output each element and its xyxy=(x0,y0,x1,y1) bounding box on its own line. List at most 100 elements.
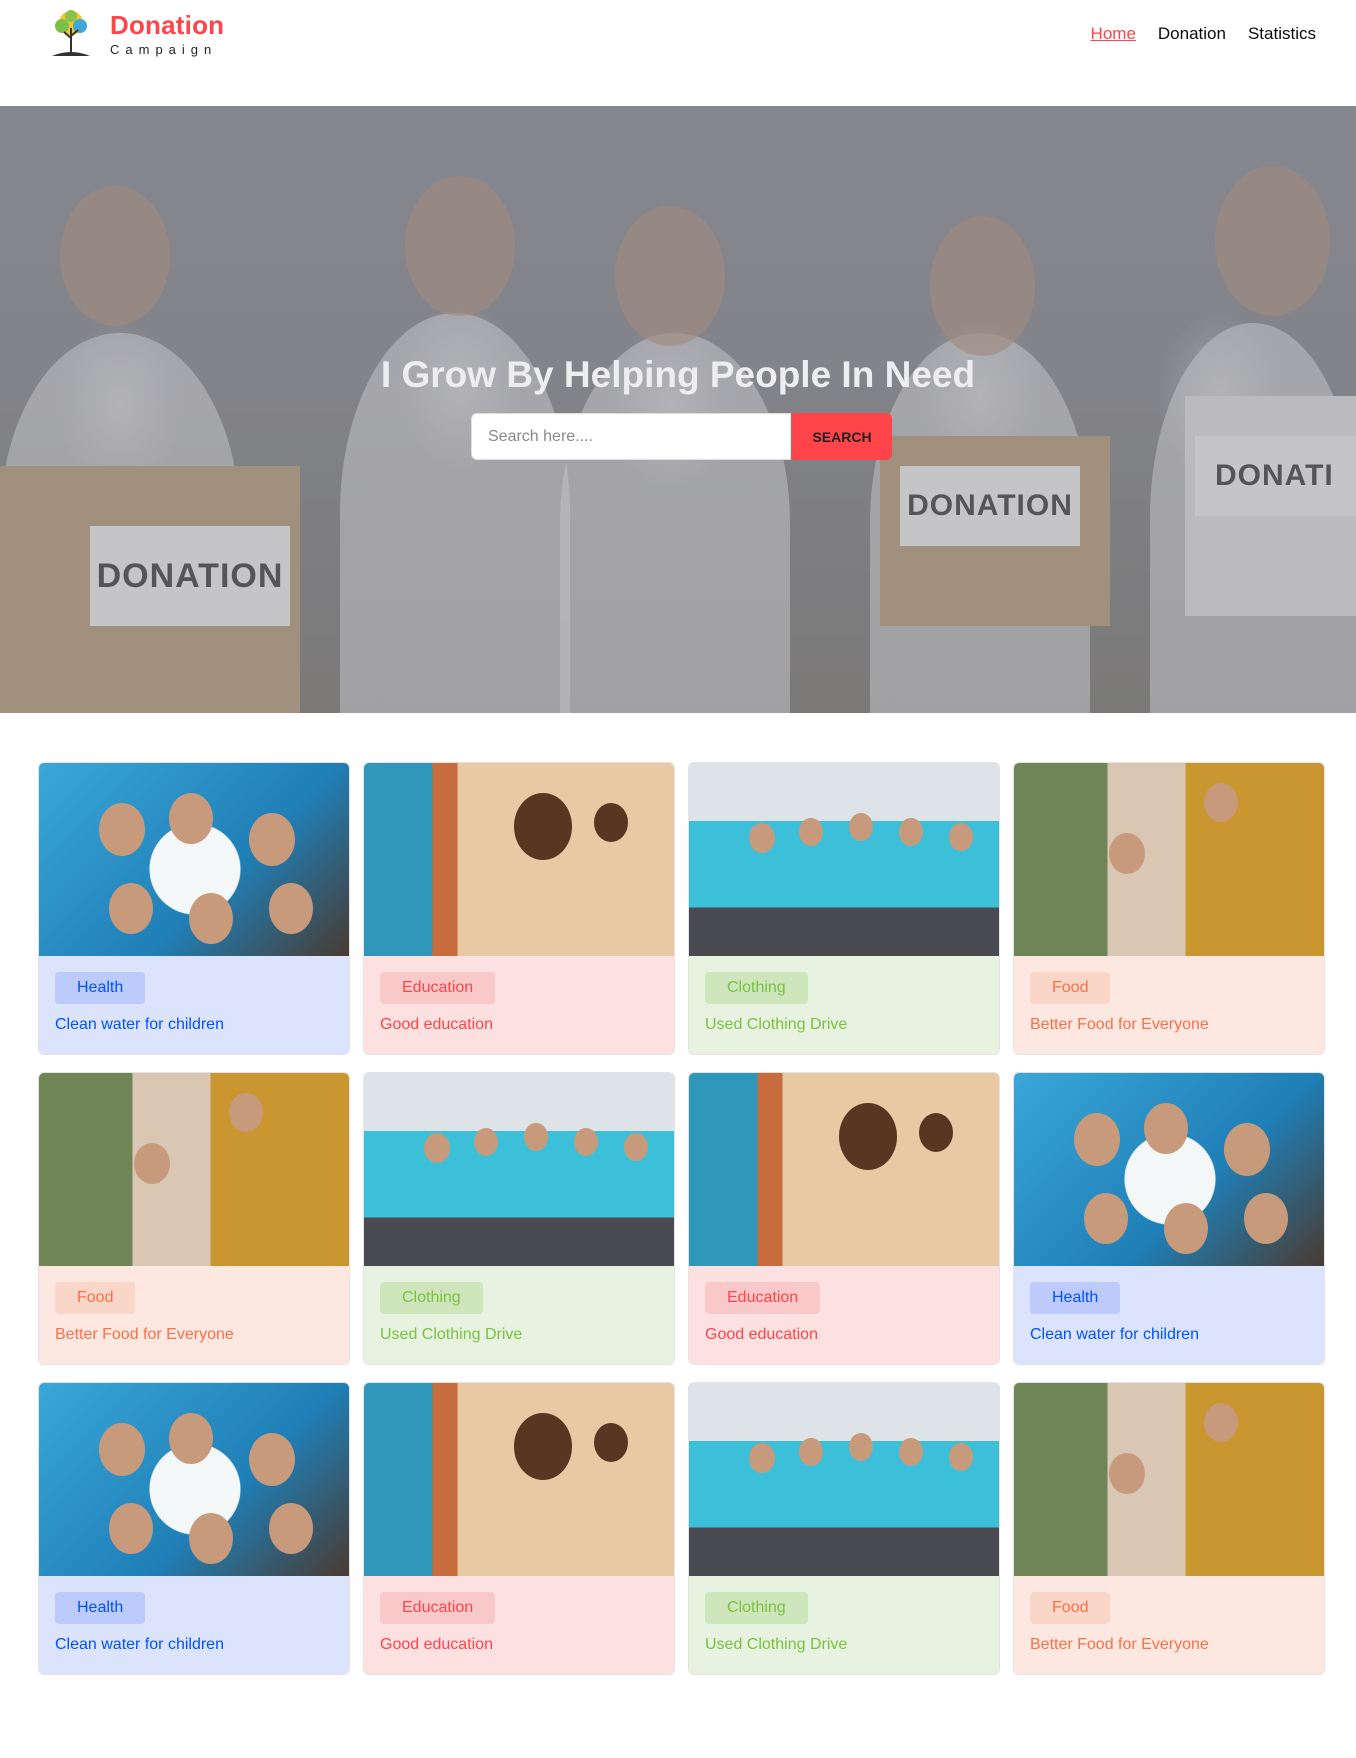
face-blob xyxy=(1074,1113,1120,1166)
card-title: Good education xyxy=(705,1326,818,1343)
card-body: Clothing Used Clothing Drive xyxy=(364,1266,674,1364)
donation-card[interactable]: Food Better Food for Everyone xyxy=(1013,762,1325,1055)
face-blob xyxy=(949,823,973,851)
face-blob xyxy=(424,1133,450,1163)
face-blob xyxy=(514,793,572,860)
card-title: Good education xyxy=(380,1636,493,1653)
category-badge: Education xyxy=(380,972,496,1004)
search-input[interactable] xyxy=(471,413,791,460)
card-body: Health Clean water for children xyxy=(1014,1266,1324,1364)
card-body: Food Better Food for Everyone xyxy=(1014,956,1324,1054)
card-body: Food Better Food for Everyone xyxy=(39,1266,349,1364)
face-blob xyxy=(839,1103,897,1170)
card-image xyxy=(689,1383,999,1576)
donation-card[interactable]: Education Good education xyxy=(688,1072,1000,1365)
face-blob xyxy=(99,1423,145,1476)
face-blob xyxy=(749,1443,775,1473)
donation-card-grid: Health Clean water for children Education G… xyxy=(38,762,1325,1675)
tree-logo-icon xyxy=(52,10,90,56)
card-image xyxy=(39,1073,349,1266)
category-badge: Health xyxy=(55,972,146,1004)
face-blob xyxy=(134,1143,170,1185)
face-blob xyxy=(899,818,923,846)
card-title: Good education xyxy=(380,1016,493,1033)
face-blob xyxy=(524,1123,548,1151)
face-blob xyxy=(849,813,873,841)
donation-card[interactable]: Health Clean water for children xyxy=(38,1382,350,1675)
donation-card[interactable]: Clothing Used Clothing Drive xyxy=(688,762,1000,1055)
donation-card[interactable]: Health Clean water for children xyxy=(38,762,350,1055)
face-blob xyxy=(514,1413,572,1480)
category-badge: Clothing xyxy=(705,972,808,1004)
face-blob xyxy=(594,1423,628,1463)
category-badge: Clothing xyxy=(705,1592,808,1624)
donation-card[interactable]: Food Better Food for Everyone xyxy=(38,1072,350,1365)
card-body: Education Good education xyxy=(364,956,674,1054)
card-image xyxy=(364,1073,674,1266)
category-badge: Health xyxy=(1030,1282,1121,1314)
card-image xyxy=(364,1383,674,1576)
face-blob xyxy=(799,818,823,846)
nav-donation[interactable]: Donation xyxy=(1158,24,1226,44)
card-title: Used Clothing Drive xyxy=(705,1016,848,1033)
category-badge: Education xyxy=(705,1282,821,1314)
logo[interactable]: Donation Campaign xyxy=(46,8,224,60)
face-blob xyxy=(169,1413,213,1464)
face-blob xyxy=(594,803,628,843)
search-bar: SEARCH xyxy=(471,413,892,460)
face-blob xyxy=(169,793,213,844)
face-blob xyxy=(109,1503,153,1554)
card-title: Better Food for Everyone xyxy=(1030,1016,1209,1033)
card-image xyxy=(1014,763,1324,956)
face-blob xyxy=(949,1443,973,1471)
donation-card[interactable]: Clothing Used Clothing Drive xyxy=(363,1072,675,1365)
face-blob xyxy=(1109,1453,1145,1495)
card-body: Clothing Used Clothing Drive xyxy=(689,1576,999,1674)
main-nav: Home Donation Statistics xyxy=(1091,24,1316,44)
card-body: Education Good education xyxy=(364,1576,674,1674)
brand-title: Donation xyxy=(110,10,225,40)
card-title: Better Food for Everyone xyxy=(1030,1636,1209,1653)
face-blob xyxy=(99,803,145,856)
search-button[interactable]: SEARCH xyxy=(792,413,892,460)
nav-statistics[interactable]: Statistics xyxy=(1248,24,1316,44)
face-blob xyxy=(574,1128,598,1156)
donation-card[interactable]: Education Good education xyxy=(363,762,675,1055)
face-blob xyxy=(474,1128,498,1156)
card-image xyxy=(39,763,349,956)
face-blob xyxy=(849,1433,873,1461)
card-image xyxy=(39,1383,349,1576)
face-blob xyxy=(1084,1193,1128,1244)
face-blob xyxy=(189,1513,233,1564)
face-blob xyxy=(229,1093,263,1133)
card-body: Clothing Used Clothing Drive xyxy=(689,956,999,1054)
card-title: Clean water for children xyxy=(55,1636,224,1653)
card-image xyxy=(364,763,674,956)
category-badge: Food xyxy=(1030,1592,1111,1624)
donation-card[interactable]: Food Better Food for Everyone xyxy=(1013,1382,1325,1675)
category-badge: Health xyxy=(55,1592,146,1624)
face-blob xyxy=(109,883,153,934)
face-blob xyxy=(919,1113,953,1153)
face-blob xyxy=(749,823,775,853)
hero-title: I Grow By Helping People In Need xyxy=(380,354,976,395)
face-blob xyxy=(1109,833,1145,875)
donation-card[interactable]: Clothing Used Clothing Drive xyxy=(688,1382,1000,1675)
brand-subtitle: Campaign xyxy=(110,42,218,57)
category-badge: Education xyxy=(380,1592,496,1624)
donation-card[interactable]: Health Clean water for children xyxy=(1013,1072,1325,1365)
face-blob xyxy=(799,1438,823,1466)
face-blob xyxy=(1204,1403,1238,1443)
card-image xyxy=(1014,1073,1324,1266)
face-blob xyxy=(1244,1193,1288,1244)
card-body: Education Good education xyxy=(689,1266,999,1364)
category-badge: Clothing xyxy=(380,1282,483,1314)
nav-home[interactable]: Home xyxy=(1091,24,1136,44)
face-blob xyxy=(249,1433,295,1486)
card-body: Food Better Food for Everyone xyxy=(1014,1576,1324,1674)
face-blob xyxy=(1164,1203,1208,1254)
face-blob xyxy=(269,883,313,934)
face-blob xyxy=(269,1503,313,1554)
donation-card[interactable]: Education Good education xyxy=(363,1382,675,1675)
category-badge: Food xyxy=(1030,972,1111,1004)
